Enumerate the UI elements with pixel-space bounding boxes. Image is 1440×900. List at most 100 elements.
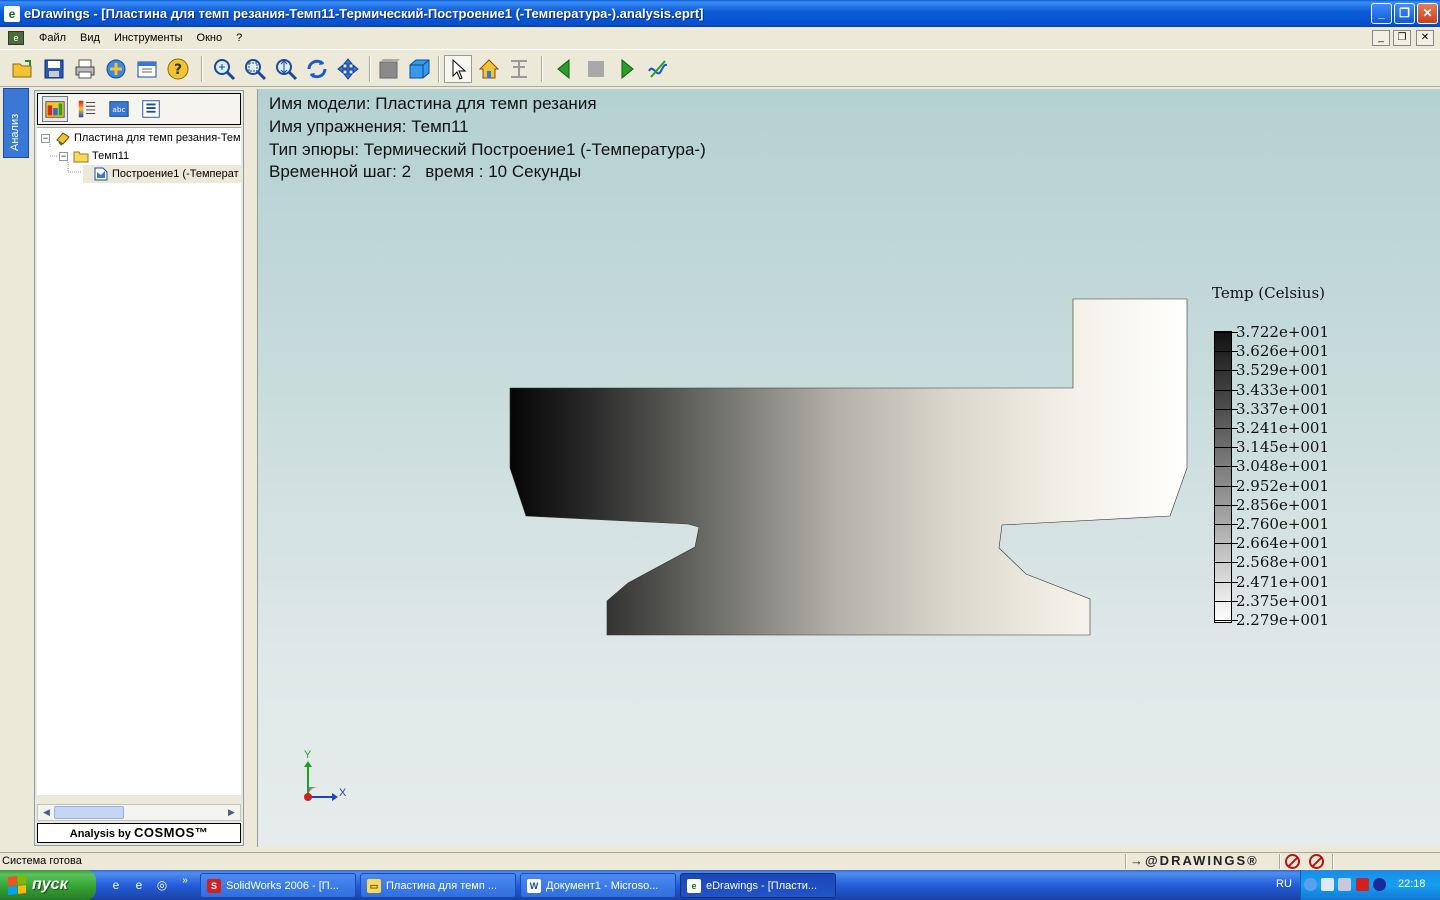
edrawings-icon[interactable]: e <box>4 5 20 22</box>
taskbar-button[interactable]: ▭ Пластина для темп ... <box>360 873 516 898</box>
tray-back-icon[interactable] <box>1304 878 1317 891</box>
legend-value: 2.568e+001 <box>1236 553 1330 572</box>
previous-icon[interactable] <box>550 55 578 83</box>
status-bar: Система готова →@DRAWINGS® <box>0 852 1440 870</box>
clock: 22:18 <box>1398 878 1426 890</box>
legend-tick <box>1214 620 1238 621</box>
doc-minimize-button[interactable]: _ <box>1372 30 1390 46</box>
menu-help[interactable]: ? <box>229 32 249 44</box>
horizontal-scrollbar[interactable]: ◀ ▶ <box>37 804 241 821</box>
status-text: Система готова <box>2 855 82 867</box>
display-tray-icon[interactable] <box>1338 878 1351 891</box>
tab-analysis[interactable]: Анализ <box>3 88 29 158</box>
doc-restore-button[interactable]: ❐ <box>1393 30 1411 46</box>
tree-item-plot[interactable]: Построение1 (-Температ <box>83 165 241 183</box>
windows-logo-icon <box>8 875 26 895</box>
legend-value: 3.529e+001 <box>1236 361 1330 380</box>
3d-pointer-icon[interactable] <box>405 55 433 83</box>
menu-view[interactable]: Вид <box>73 32 107 44</box>
taskbar-button-label: Пластина для темп ... <box>386 879 497 892</box>
axis-y-label: Y <box>304 749 312 761</box>
legend-title: Temp (Celsius) <box>1212 284 1326 302</box>
legend-tick <box>1214 389 1238 391</box>
explode-icon[interactable] <box>505 55 533 83</box>
scroll-left-icon[interactable]: ◀ <box>39 806 54 819</box>
solidworks-icon: S <box>207 878 221 893</box>
taskbar-button-label: eDrawings - [Пласти... <box>706 879 818 892</box>
disabled-icon[interactable] <box>1285 854 1300 869</box>
main-toolbar: ? <box>0 49 1440 87</box>
zoom-in-out-icon[interactable] <box>272 55 300 83</box>
legend-color-bar <box>1214 331 1232 623</box>
save-icon[interactable] <box>40 55 68 83</box>
legend-list-icon[interactable] <box>74 96 100 122</box>
menu-window[interactable]: Окно <box>190 32 230 44</box>
analysis-panel: abc − Пластина для темп резания-Тем − Те… <box>34 90 244 846</box>
legend-tick <box>1214 447 1238 449</box>
open-icon[interactable] <box>9 55 37 83</box>
more-quicklaunch-icon[interactable]: » <box>177 873 193 889</box>
legend-tick <box>1214 332 1238 333</box>
legend-value: 3.337e+001 <box>1236 399 1330 418</box>
analysis-tree: − Пластина для темп резания-Тем − Темп11… <box>37 127 241 795</box>
play-icon[interactable] <box>613 55 641 83</box>
legend-value: 2.760e+001 <box>1236 515 1330 533</box>
shaded-icon[interactable] <box>375 55 403 83</box>
rotate-icon[interactable] <box>303 55 331 83</box>
edrawings-quicklaunch-icon-2[interactable]: e <box>131 877 147 893</box>
legend-value: 3.048e+001 <box>1236 457 1330 476</box>
text-label-icon[interactable]: abc <box>106 96 132 122</box>
publish-icon[interactable] <box>133 55 161 83</box>
legend-tick <box>1214 428 1238 429</box>
taskbar-button[interactable]: W Документ1 - Microso... <box>520 873 676 898</box>
plot-results-icon[interactable] <box>42 96 68 122</box>
document-icon[interactable]: e <box>8 31 24 45</box>
home-icon[interactable] <box>475 55 503 83</box>
legend-value: 3.722e+001 <box>1236 323 1330 341</box>
word-icon: W <box>527 878 541 893</box>
menu-tools[interactable]: Инструменты <box>107 32 190 44</box>
language-indicator[interactable]: RU <box>1276 878 1292 890</box>
legend-tick <box>1214 504 1238 506</box>
network-tray-icon[interactable] <box>1321 878 1334 891</box>
network-quicklaunch-icon[interactable]: ◎ <box>154 877 170 893</box>
start-button[interactable]: пуск <box>0 870 96 900</box>
close-button[interactable]: ✕ <box>1417 3 1438 24</box>
axis-x-label: X <box>339 787 347 799</box>
list-icon[interactable] <box>138 96 164 122</box>
edrawings-logo: →@DRAWINGS® <box>1130 853 1259 868</box>
pan-icon[interactable] <box>334 55 362 83</box>
print-icon[interactable] <box>71 55 99 83</box>
graphics-viewport[interactable]: Имя модели: Пластина для темп резания Им… <box>257 89 1440 847</box>
legend-value: 2.375e+001 <box>1236 591 1330 610</box>
edrawings-quicklaunch-icon[interactable]: e <box>108 877 124 893</box>
markup-disabled-icon[interactable] <box>1309 854 1324 869</box>
legend-value: 2.952e+001 <box>1236 476 1330 495</box>
legend-tick <box>1214 524 1238 525</box>
legend-value: 3.241e+001 <box>1236 419 1330 437</box>
doc-close-button[interactable]: ✕ <box>1416 30 1434 46</box>
stop-icon[interactable] <box>582 55 610 83</box>
legend-tick <box>1214 543 1238 545</box>
scroll-thumb[interactable] <box>54 806 124 819</box>
legend-tick <box>1214 351 1238 353</box>
bluetooth-tray-icon[interactable] <box>1373 878 1386 891</box>
animate-icon[interactable] <box>644 55 672 83</box>
zoom-to-fit-icon[interactable] <box>210 55 238 83</box>
legend-value: 2.471e+001 <box>1236 572 1330 591</box>
send-icon[interactable] <box>102 55 130 83</box>
taskbar-button[interactable]: S SolidWorks 2006 - [П... <box>200 873 356 898</box>
select-icon[interactable] <box>444 55 472 83</box>
menu-file[interactable]: Файл <box>32 32 73 44</box>
taskbar-button-label: Документ1 - Microso... <box>546 879 659 892</box>
taskbar-button[interactable]: e eDrawings - [Пласти... <box>680 873 836 898</box>
legend-value: 3.433e+001 <box>1236 380 1330 399</box>
zoom-to-area-icon[interactable] <box>241 55 269 83</box>
help-icon[interactable]: ? <box>164 55 192 83</box>
minimize-button[interactable]: _ <box>1371 3 1392 24</box>
scroll-right-icon[interactable]: ▶ <box>224 806 239 819</box>
restore-button[interactable]: ❐ <box>1394 3 1415 24</box>
antivirus-tray-icon[interactable] <box>1356 878 1369 891</box>
legend-value: 3.145e+001 <box>1236 438 1330 457</box>
cosmos-logo: Analysis by COSMOS™ <box>37 823 241 843</box>
